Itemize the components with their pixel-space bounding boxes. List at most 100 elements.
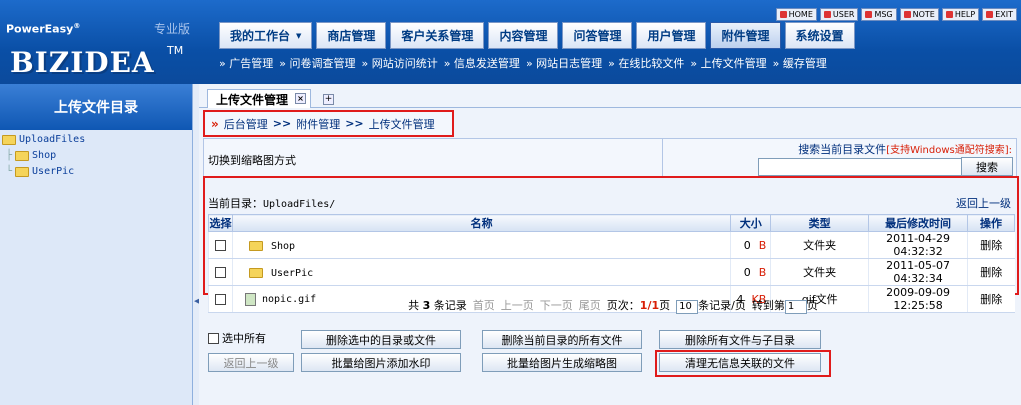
breadcrumb: » 后台管理 >> 附件管理 >> 上传文件管理 [203,110,454,137]
folder-icon [248,240,263,251]
search-button[interactable]: 搜索 [961,157,1013,176]
submenu-stats[interactable]: » 网站访问统计 [361,55,437,71]
menu-settings[interactable]: 系统设置 [784,22,855,49]
file-list-panel: 当前目录：UploadFiles/ 返回上一级 选择 名称 大小 类型 最后修改… [203,176,1019,314]
sub-menu: » 广告管理 » 问卷调查管理 » 网站访问统计 » 信息发送管理 » 网站日志… [219,55,827,71]
folder-icon [248,267,263,278]
top-bar: PowerEasy® 专业版 BIZIDEA TM HOME USER MSG … [0,0,1021,84]
submenu-compare[interactable]: » 在线比较文件 [608,55,684,71]
menu-workbench[interactable]: 我的工作台 ▼ [219,22,313,49]
table-row: UserPic 0B 文件夹 2011-05-07 04:32:34 删除 [208,258,1015,286]
pager-page: 页次：1/1页 [606,299,671,312]
tree-item-shop[interactable]: ├ Shop [0,148,192,164]
col-action: 操作 [967,214,1015,232]
file-modified: 2011-05-07 04:32:34 [868,258,968,286]
tree-item-userpic[interactable]: └ UserPic [0,164,192,180]
col-modified: 最后修改时间 [868,214,969,232]
generate-thumbnails-button[interactable]: 批量给图片生成缩略图 [482,353,642,372]
msg-link[interactable]: MSG [861,8,897,21]
file-type: 文件夹 [770,258,869,286]
menu-users[interactable]: 用户管理 [636,22,707,49]
home-icon [779,11,787,18]
pager-prev[interactable]: 上一页 [501,297,534,313]
main-menu: 我的工作台 ▼ 商店管理 客户关系管理 内容管理 问答管理 用户管理 附件管理 系… [219,22,855,49]
switch-thumbnail-link[interactable]: 切换到缩略图方式 [208,152,296,168]
logo-edition: 专业版 [154,22,191,36]
menu-attachments[interactable]: 附件管理 [710,22,781,49]
top-links: HOME USER MSG NOTE HELP EXIT [775,8,1017,21]
pager-goto: 转到第 1 页 [751,298,818,314]
tree-item-uploadfiles[interactable]: UploadFiles [0,132,192,148]
close-icon[interactable]: × [295,93,307,104]
help-link[interactable]: HELP [941,8,980,21]
logo: PowerEasy® 专业版 BIZIDEA TM [0,0,198,84]
delete-current-dir-button[interactable]: 删除当前目录的所有文件 [482,330,642,349]
menu-content[interactable]: 内容管理 [488,22,559,49]
breadcrumb-marker: » [211,116,219,131]
user-link[interactable]: USER [819,8,859,21]
pager-total: 共 3 条记录 [408,299,467,312]
submenu-messages[interactable]: » 信息发送管理 [444,55,520,71]
pager-next[interactable]: 下一页 [540,297,573,313]
tab-bar: 上传文件管理 × + [199,84,1021,108]
add-watermark-button[interactable]: 批量给图片添加水印 [301,353,461,372]
cleanup-files-button[interactable]: 清理无信息关联的文件 [659,353,821,372]
file-type: 文件夹 [770,231,869,259]
submenu-survey[interactable]: » 问卷调查管理 [279,55,355,71]
current-dir: 当前目录：UploadFiles/ [208,197,336,210]
folder-icon [15,167,30,177]
chevron-down-icon: ▼ [296,31,302,40]
search-panel: 搜索当前目录文件[支持Windows通配符搜索]: 搜索 [662,139,1018,177]
select-all-checkbox[interactable] [208,332,219,344]
file-name[interactable]: UserPic [271,268,313,279]
submenu-ads[interactable]: » 广告管理 [219,55,273,71]
add-tab-icon[interactable]: + [323,94,334,105]
main-panel: 上传文件管理 × + » 后台管理 >> 附件管理 >> 上传文件管理 切换到缩略… [199,84,1021,405]
col-type: 类型 [770,214,870,232]
col-name: 名称 [231,214,732,232]
pager: 共 3 条记录 首页 上一页 下一页 尾页 页次：1/1页 10 条记录/页 转到… [205,297,1021,314]
menu-crm[interactable]: 客户关系管理 [390,22,485,49]
search-label: 搜索当前目录文件[支持Windows通配符搜索]: [798,143,1012,156]
delete-link[interactable]: 删除 [967,258,1015,286]
row-checkbox[interactable] [214,240,226,251]
submenu-logs[interactable]: » 网站日志管理 [526,55,602,71]
search-input[interactable] [758,158,976,176]
help-icon [945,11,953,18]
menu-shop[interactable]: 商店管理 [316,22,387,49]
msg-icon [865,11,873,18]
go-up-link[interactable]: 返回上一级 [956,195,1011,211]
delete-selected-button[interactable]: 删除选中的目录或文件 [301,330,461,349]
logo-name: BIZIDEA [10,46,155,79]
delete-all-subdirs-button[interactable]: 删除所有文件与子目录 [659,330,821,349]
breadcrumb-upload[interactable]: 上传文件管理 [369,116,435,132]
submenu-cache[interactable]: » 缓存管理 [773,55,827,71]
logo-brand-top: PowerEasy® [6,22,81,36]
submenu-uploads[interactable]: » 上传文件管理 [690,55,766,71]
tab-upload-files[interactable]: 上传文件管理 × [207,89,312,108]
exit-link[interactable]: EXIT [982,8,1017,21]
select-all[interactable]: 选中所有 [208,330,266,346]
sidebar-title: 上传文件目录 [0,84,192,130]
goto-page-input[interactable]: 1 [784,299,807,314]
breadcrumb-attachments[interactable]: 附件管理 [296,116,340,132]
pager-last[interactable]: 尾页 [579,297,601,313]
col-select: 选择 [208,214,233,232]
sidebar: 上传文件目录 UploadFiles ├ Shop └ UserPic [0,84,193,405]
row-checkbox[interactable] [214,267,226,278]
breadcrumb-admin[interactable]: 后台管理 [224,116,268,132]
pager-per-page: 10 条记录/页 [676,297,746,314]
file-name[interactable]: Shop [271,241,295,252]
folder-icon [15,151,30,161]
menu-qa[interactable]: 问答管理 [562,22,633,49]
home-link[interactable]: HOME [775,8,817,21]
user-icon [823,11,831,18]
pager-first[interactable]: 首页 [473,297,495,313]
go-up-button[interactable]: 返回上一级 [208,353,294,372]
note-link[interactable]: NOTE [899,8,939,21]
note-icon [903,11,911,18]
file-modified: 2011-04-29 04:32:32 [868,231,968,259]
col-size: 大小 [730,214,772,232]
per-page-input[interactable]: 10 [676,299,699,314]
delete-link[interactable]: 删除 [967,231,1015,259]
